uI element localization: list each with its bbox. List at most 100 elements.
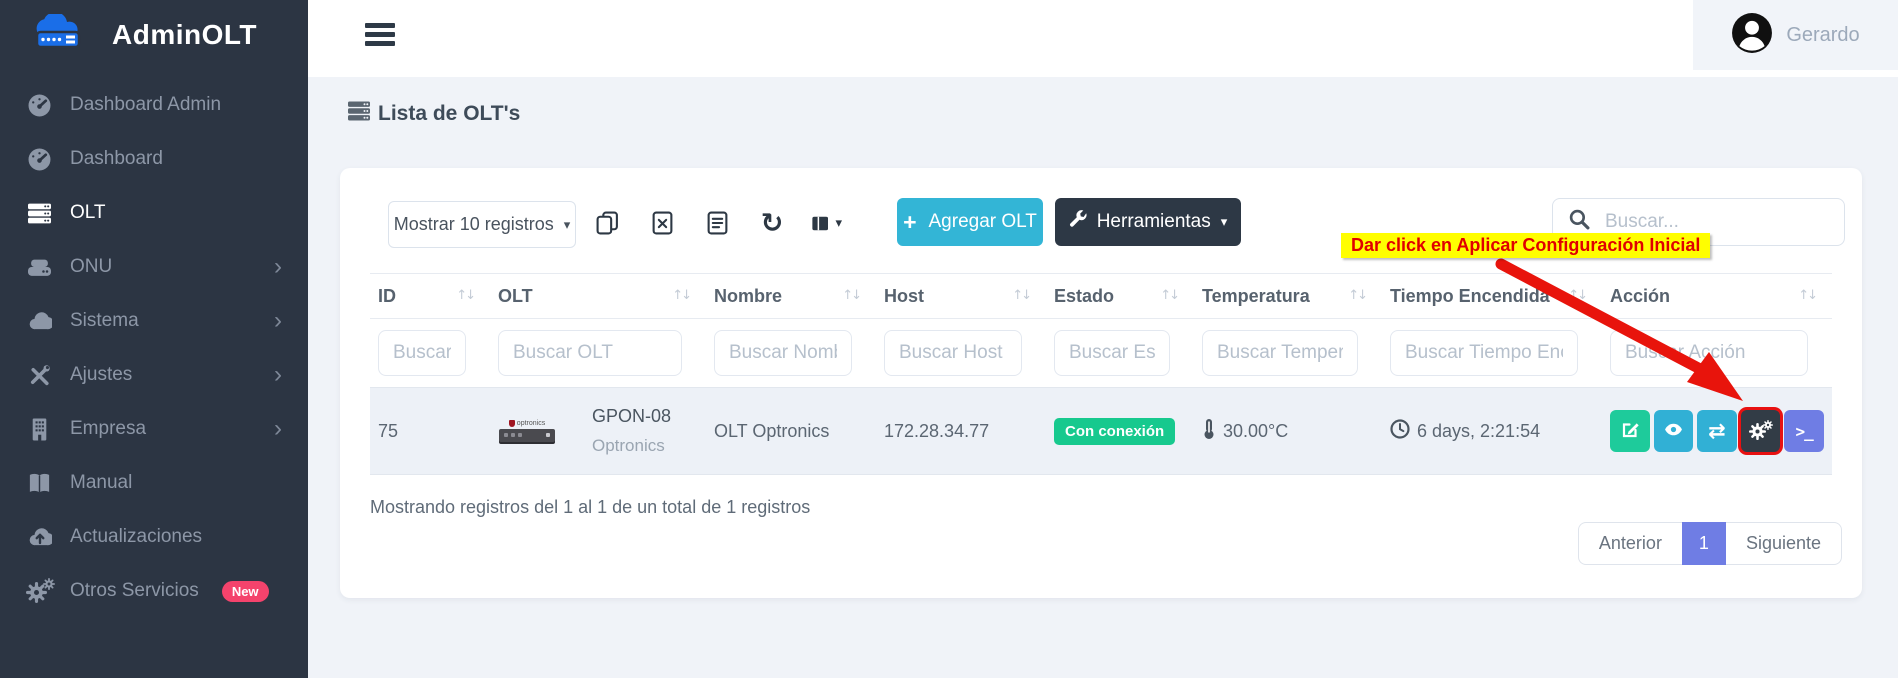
gauge-icon [26,92,53,119]
gauge-icon [26,146,53,173]
sidebar-nav: Dashboard Admin Dashboard OLT ONU › [0,78,308,618]
filter-host-input[interactable] [884,330,1022,376]
add-olt-button[interactable]: + Agregar OLT [897,198,1043,246]
top-header: Gerardo [308,0,1898,77]
thermometer-icon [1202,418,1216,445]
export-toolbar: ↻ ▾ [592,199,842,247]
brand-logo[interactable]: AdminOLT [0,0,308,65]
sidebar-item-dashboard[interactable]: Dashboard [0,132,308,186]
filter-olt-input[interactable] [498,330,682,376]
cell-temperatura: 30.00°C [1194,388,1382,475]
sidebar-item-onu[interactable]: ONU › [0,240,308,294]
caret-down-icon: ▾ [1221,214,1228,230]
sidebar-item-olt[interactable]: OLT [0,186,308,240]
column-header-tiempo-encendida[interactable]: Tiempo Encendida↑↓ [1382,274,1602,319]
filter-nombre-input[interactable] [714,330,852,376]
pagination: Anterior 1 Siguiente [1578,522,1842,565]
table-row: 75 optronics GPON-08 Optronics [370,388,1832,475]
terminal-icon: >_ [1796,422,1813,441]
sidebar-item-actualizaciones[interactable]: Actualizaciones [0,510,308,564]
wrench-icon [1069,210,1087,234]
filter-accion-input[interactable] [1610,330,1808,376]
server-icon [26,200,53,227]
show-entries-select[interactable]: Mostrar 10 registros ▾ [388,201,576,248]
sort-icon: ↑↓ [672,288,690,303]
sort-icon: ↑↓ [456,288,474,303]
file-export-icon[interactable] [702,208,732,238]
column-header-estado[interactable]: Estado↑↓ [1046,274,1194,319]
edit-olt-button[interactable] [1610,410,1650,452]
cell-estado: Con conexión [1046,388,1194,475]
gears-icon [26,578,53,605]
olt-model: GPON-08 [592,401,671,432]
sidebar-item-empresa[interactable]: Empresa › [0,402,308,456]
sidebar-item-label: Actualizaciones [70,526,202,548]
olt-list-card: Mostrar 10 registros ▾ ↻ ▾ [340,168,1862,598]
sidebar-item-label: Manual [70,472,132,494]
cell-tiempo-encendida: 6 days, 2:21:54 [1382,388,1602,475]
view-olt-button[interactable] [1654,410,1694,452]
sidebar-item-manual[interactable]: Manual [0,456,308,510]
hamburger-menu-icon[interactable] [365,23,395,50]
adminolt-logo-icon [30,14,102,55]
records-summary: Mostrando registros del 1 al 1 de un tot… [370,497,810,518]
sidebar-item-dashboard-admin[interactable]: Dashboard Admin [0,78,308,132]
column-visibility-icon[interactable]: ▾ [812,208,842,238]
sidebar-item-label: Dashboard Admin [70,94,221,116]
column-header-host[interactable]: Host↑↓ [876,274,1046,319]
sidebar-item-label: Sistema [70,310,139,332]
search-input[interactable] [1603,210,1828,234]
cell-nombre: OLT Optronics [706,388,876,475]
sidebar-item-sistema[interactable]: Sistema › [0,294,308,348]
eye-icon [1664,423,1683,439]
plus-icon: + [903,211,916,234]
filter-estado-input[interactable] [1054,330,1170,376]
cell-olt: optronics GPON-08 Optronics [490,388,706,475]
column-header-nombre[interactable]: Nombre↑↓ [706,274,876,319]
column-header-id[interactable]: ID↑↓ [370,274,490,319]
sidebar-item-ajustes[interactable]: Ajustes › [0,348,308,402]
sort-icon: ↑↓ [1348,288,1366,303]
brand-name: AdminOLT [112,19,257,51]
pagination-page-1[interactable]: 1 [1682,522,1726,565]
column-header-olt[interactable]: OLT↑↓ [490,274,706,319]
pagination-next-button[interactable]: Siguiente [1726,522,1842,565]
copy-icon[interactable] [592,208,622,238]
caret-down-icon: ▾ [564,217,571,233]
user-menu[interactable]: Gerardo [1693,0,1898,70]
excel-export-icon[interactable] [647,208,677,238]
refresh-icon[interactable]: ↻ [757,208,787,238]
app-window: AdminOLT Dashboard Admin Dashboard OLT [0,0,1898,678]
apply-initial-config-button[interactable] [1741,410,1781,452]
terminal-button[interactable]: >_ [1784,410,1824,452]
new-badge: New [222,581,269,602]
chevron-right-icon: › [274,255,282,279]
olt-device-image: optronics [498,420,556,442]
chevron-right-icon: › [274,363,282,387]
tools-icon [26,362,53,389]
filter-temperatura-input[interactable] [1202,330,1358,376]
column-header-accion[interactable]: Acción↑↓ [1602,274,1832,319]
cloud-upload-icon [26,524,53,551]
sort-icon: ↑↓ [842,288,860,303]
chevron-right-icon: › [274,417,282,441]
sort-icon: ↑↓ [1568,288,1586,303]
filter-tiempo-input[interactable] [1390,330,1578,376]
sidebar-item-label: OLT [70,202,106,224]
tools-dropdown-button[interactable]: Herramientas ▾ [1055,198,1241,246]
column-header-temperatura[interactable]: Temperatura↑↓ [1194,274,1382,319]
sidebar-item-otros-servicios[interactable]: Otros Servicios New [0,564,308,618]
cell-accion: ⇄ >_ [1602,388,1832,475]
avatar [1731,12,1773,59]
device-box-icon [26,254,53,281]
edit-icon [1621,421,1639,442]
sidebar: AdminOLT Dashboard Admin Dashboard OLT [0,0,308,678]
filter-id-input[interactable] [378,330,466,376]
gears-icon [1749,420,1773,442]
building-icon [26,416,53,443]
cloud-icon [26,308,53,335]
pagination-previous-button[interactable]: Anterior [1578,522,1682,565]
table-header-row: ID↑↓ OLT↑↓ Nombre↑↓ Host↑↓ Estado↑↓ Temp… [370,274,1832,319]
exchange-button[interactable]: ⇄ [1697,410,1737,452]
search-icon [1569,209,1590,235]
